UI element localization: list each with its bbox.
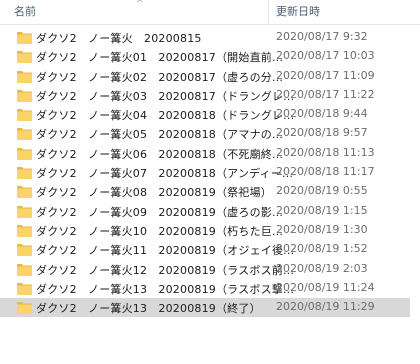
file-date: 2020/08/18 11:17 <box>276 165 375 179</box>
file-date: 2020/08/17 11:22 <box>276 87 375 101</box>
column-divider[interactable] <box>268 0 269 24</box>
file-row[interactable]: ダクソ2 ノー篝火04 20200818（ドラングレ... 2020/08/18… <box>0 105 410 124</box>
file-date: 2020/08/19 1:52 <box>276 242 368 256</box>
file-list: ダクソ2 ノー篝火 20200815 2020/08/17 9:32 ダクソ2 … <box>0 28 420 318</box>
folder-icon <box>17 224 32 237</box>
file-name: ダクソ2 ノー篝火04 20200818（ドラングレ... <box>36 109 295 123</box>
file-date: 2020/08/19 0:55 <box>276 184 368 198</box>
sort-ascending-icon: ^ <box>136 0 144 9</box>
file-name: ダクソ2 ノー篝火01 20200817（開始直前... <box>36 51 284 65</box>
folder-icon <box>17 167 32 180</box>
file-date: 2020/08/19 1:30 <box>276 222 368 236</box>
folder-icon <box>17 109 32 122</box>
folder-icon <box>17 51 32 64</box>
file-row[interactable]: ダクソ2 ノー篝火 20200815 2020/08/17 9:32 <box>0 28 410 47</box>
file-date: 2020/08/17 10:03 <box>276 49 375 63</box>
folder-icon <box>17 282 32 295</box>
file-name: ダクソ2 ノー篝火10 20200819（朽ちた巨... <box>36 224 284 238</box>
file-name: ダクソ2 ノー篝火08 20200819（祭祀場） <box>36 186 272 200</box>
file-row[interactable]: ダクソ2 ノー篝火11 20200819（オジェイ後... 2020/08/19… <box>0 240 410 259</box>
file-name: ダクソ2 ノー篝火09 20200819（虚ろの影... <box>36 205 284 219</box>
folder-icon <box>17 263 32 276</box>
file-name: ダクソ2 ノー篝火 20200815 <box>36 32 202 45</box>
file-row[interactable]: ダクソ2 ノー篝火06 20200818（不死廟終... 2020/08/18 … <box>0 144 410 163</box>
file-row[interactable]: ダクソ2 ノー篝火05 20200818（アマナの... 2020/08/18 … <box>0 124 410 143</box>
file-date: 2020/08/19 1:15 <box>276 203 368 217</box>
file-name: ダクソ2 ノー篝火11 20200819（オジェイ後... <box>36 244 295 258</box>
file-name: ダクソ2 ノー篝火03 20200817（ドラングレ... <box>36 89 295 103</box>
file-date: 2020/08/17 9:32 <box>276 30 368 43</box>
file-name: ダクソ2 ノー篝火07 20200818（アンディー... <box>36 167 294 181</box>
file-row[interactable]: ダクソ2 ノー篝火02 20200817（虚ろの分... 2020/08/17 … <box>0 67 410 86</box>
file-date: 2020/08/18 11:13 <box>276 145 375 159</box>
file-row[interactable]: ダクソ2 ノー篝火03 20200817（ドラングレ... 2020/08/17… <box>0 86 410 105</box>
file-row[interactable]: ダクソ2 ノー篝火12 20200819（ラスボス前... 2020/08/19… <box>0 260 410 279</box>
file-row[interactable]: ダクソ2 ノー篝火10 20200819（朽ちた巨... 2020/08/19 … <box>0 221 410 240</box>
file-name: ダクソ2 ノー篝火13 20200819（ラスボス撃... <box>36 282 295 296</box>
file-row[interactable]: ダクソ2 ノー篝火09 20200819（虚ろの影... 2020/08/19 … <box>0 202 410 221</box>
folder-icon <box>17 186 32 199</box>
folder-icon <box>17 89 32 102</box>
file-date: 2020/08/19 11:24 <box>276 280 375 294</box>
file-date: 2020/08/19 2:03 <box>276 261 368 275</box>
folder-icon <box>17 32 32 44</box>
file-row[interactable]: ダクソ2 ノー篝火07 20200818（アンディー... 2020/08/18… <box>0 163 410 182</box>
file-name: ダクソ2 ノー篝火02 20200817（虚ろの分... <box>36 70 284 84</box>
folder-icon <box>17 70 32 83</box>
folder-icon <box>17 128 32 141</box>
file-name: ダクソ2 ノー篝火12 20200819（ラスボス前... <box>36 263 295 277</box>
name-column-header[interactable]: 名前 <box>14 3 36 19</box>
file-name: ダクソ2 ノー篝火05 20200818（アマナの... <box>36 128 284 142</box>
column-header: 名前 ^ 更新日時 <box>0 0 420 25</box>
folder-icon <box>17 147 32 160</box>
file-row[interactable]: ダクソ2 ノー篝火13 20200819（ラスボス撃... 2020/08/19… <box>0 279 410 298</box>
file-date: 2020/08/18 9:44 <box>276 107 368 121</box>
file-row[interactable]: ダクソ2 ノー篝火01 20200817（開始直前... 2020/08/17 … <box>0 47 410 66</box>
folder-icon <box>17 205 32 218</box>
file-date: 2020/08/17 11:09 <box>276 68 375 82</box>
file-date: 2020/08/19 11:29 <box>276 300 375 314</box>
date-modified-column-header[interactable]: 更新日時 <box>276 3 320 19</box>
file-row-hovered[interactable]: ダクソ2 ノー篝火13 20200819（終了） 2020/08/19 11:2… <box>0 298 410 318</box>
file-date: 2020/08/18 9:57 <box>276 126 368 140</box>
file-name: ダクソ2 ノー篝火06 20200818（不死廟終... <box>36 147 284 161</box>
folder-icon <box>17 244 32 257</box>
file-row[interactable]: ダクソ2 ノー篝火08 20200819（祭祀場） 2020/08/19 0:5… <box>0 182 410 201</box>
file-name: ダクソ2 ノー篝火13 20200819（終了） <box>36 302 261 316</box>
folder-icon <box>17 302 32 315</box>
